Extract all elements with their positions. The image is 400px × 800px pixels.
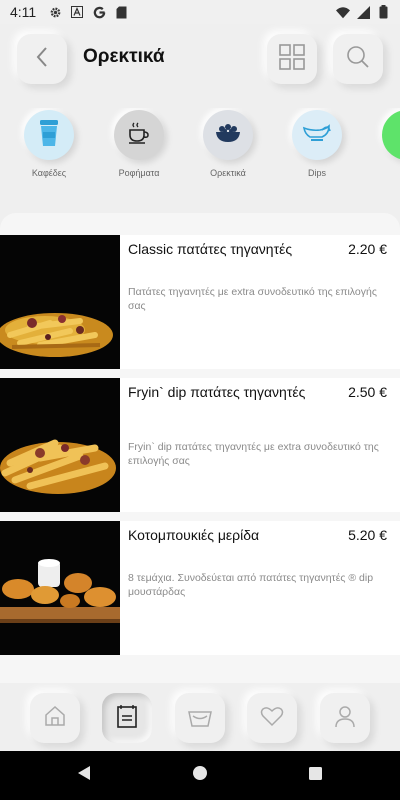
home-circle-icon <box>192 765 208 786</box>
category-circle <box>292 110 342 160</box>
status-bar: 4:11 <box>0 0 400 24</box>
category-circle <box>114 110 164 160</box>
product-name: Κοτομπουκιές μερίδα <box>128 527 260 543</box>
bottom-navigation <box>0 683 400 751</box>
category-salads[interactable]: Σα <box>372 108 400 178</box>
system-home-button[interactable] <box>180 751 220 800</box>
back-button[interactable] <box>17 34 67 84</box>
product-price: 5.20 € <box>348 527 387 543</box>
product-name: Classic πατάτες τηγανητές <box>128 241 293 257</box>
sauce-boat-icon <box>302 122 332 149</box>
page-title: Ορεκτικά <box>83 46 165 67</box>
category-dips[interactable]: Dips <box>282 108 352 178</box>
product-item[interactable]: Κοτομπουκιές μερίδα 5.20 € 8 τεμάχια. Συ… <box>0 521 400 655</box>
heart-icon <box>260 705 284 732</box>
a-icon <box>70 5 84 19</box>
search-button[interactable] <box>333 34 383 84</box>
category-label: Ροφήματα <box>118 168 160 178</box>
system-navigation-bar <box>0 751 400 800</box>
user-icon <box>334 704 356 733</box>
nav-favorites-button[interactable] <box>247 693 297 743</box>
product-description: Πατάτες τηγανητές με extra συνοδευτικό τ… <box>128 286 377 312</box>
sd-card-icon <box>114 5 128 19</box>
basket-icon <box>187 704 213 733</box>
product-description: Fryin` dip πατάτες τηγανητές με extra συ… <box>128 441 379 467</box>
nav-profile-button[interactable] <box>320 693 370 743</box>
category-circle <box>382 110 400 160</box>
product-image <box>0 378 120 512</box>
category-label: Σα <box>372 168 400 178</box>
app-header: Ορεκτικά <box>0 32 400 88</box>
category-strip[interactable]: Καφέδες Ροφήματα Ορεκτικά Dips Σα <box>0 108 400 188</box>
category-circle <box>203 110 253 160</box>
nav-menu-button[interactable] <box>102 693 152 743</box>
battery-icon <box>376 5 390 19</box>
product-price: 2.20 € <box>348 241 387 257</box>
grid-view-button[interactable] <box>267 34 317 84</box>
gear-icon <box>48 5 62 19</box>
category-label: Ορεκτικά <box>210 168 246 178</box>
product-price: 2.50 € <box>348 384 387 400</box>
system-back-button[interactable] <box>64 751 104 800</box>
menu-book-icon <box>116 704 138 733</box>
product-image <box>0 235 120 369</box>
hot-drink-icon <box>127 121 151 150</box>
product-description: 8 τεμάχια. Συνοδεύεται από πατάτες τηγαν… <box>128 572 374 598</box>
nav-basket-button[interactable] <box>175 693 225 743</box>
chevron-left-icon <box>35 46 49 73</box>
product-image <box>0 521 120 655</box>
category-label: Καφέδες <box>31 168 67 178</box>
appetizer-bowl-icon <box>214 122 242 149</box>
back-triangle-icon <box>76 765 92 786</box>
nav-home-button[interactable] <box>30 693 80 743</box>
category-label: Dips <box>307 168 326 178</box>
category-appetizers[interactable]: Ορεκτικά <box>193 108 263 178</box>
product-list: Classic πατάτες τηγανητές 2.20 € Πατάτες… <box>0 213 400 683</box>
system-recents-button[interactable] <box>295 751 335 800</box>
product-item[interactable]: Classic πατάτες τηγανητές 2.20 € Πατάτες… <box>0 235 400 369</box>
search-icon <box>346 45 370 74</box>
coffee-cup-icon <box>38 119 60 152</box>
status-time: 4:11 <box>10 4 37 20</box>
category-circle <box>24 110 74 160</box>
product-name: Fryin` dip πατάτες τηγανητές <box>128 384 306 400</box>
recents-square-icon <box>308 766 323 786</box>
wifi-icon <box>336 5 350 19</box>
grid-icon <box>279 43 305 75</box>
signal-icon <box>356 5 370 19</box>
product-item[interactable]: Fryin` dip πατάτες τηγανητές 2.50 € Fryi… <box>0 378 400 512</box>
category-drinks[interactable]: Ροφήματα <box>104 108 174 178</box>
home-icon <box>43 704 67 733</box>
google-icon <box>92 5 106 19</box>
category-coffee[interactable]: Καφέδες <box>14 108 84 178</box>
